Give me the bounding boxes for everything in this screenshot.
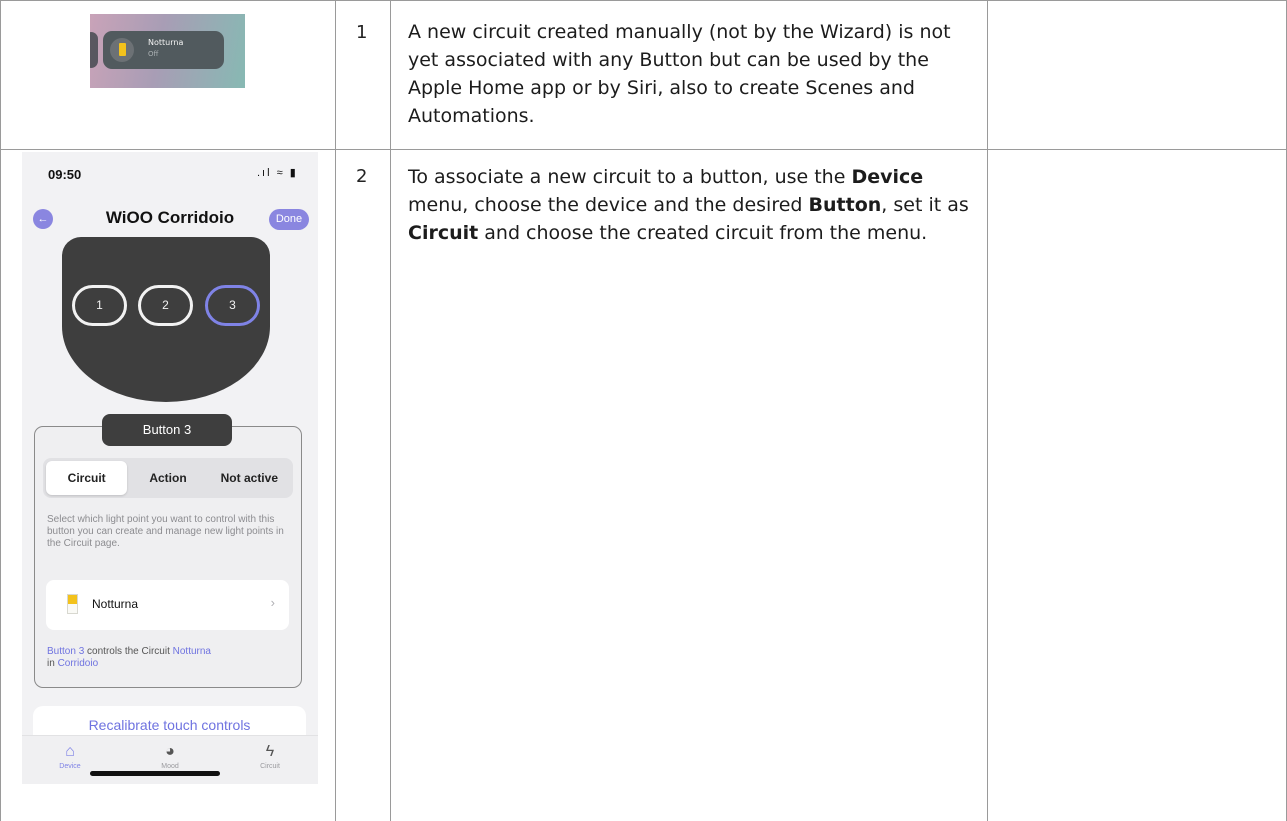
row-number: 1 [356, 22, 368, 43]
row-divider [0, 149, 1287, 150]
status-time: 09:50 [48, 167, 82, 182]
col-divider-3 [987, 0, 988, 821]
tab-device[interactable]: ⌂ Device [40, 741, 100, 770]
done-button[interactable]: Done [269, 209, 309, 230]
mode-segmented-control: Circuit Action Not active [43, 458, 293, 498]
col-left-border [0, 0, 1, 821]
card-label: Button 3 [102, 414, 232, 446]
term-circuit: Circuit [408, 222, 479, 244]
button-link[interactable]: Button 3 [47, 646, 84, 657]
room-link[interactable]: Corridoio [58, 658, 99, 669]
segment-not-active[interactable]: Not active [209, 461, 290, 495]
segment-circuit[interactable]: Circuit [46, 461, 128, 495]
accessory-tile: Notturna Off [103, 31, 224, 69]
circuit-name: Notturna [92, 597, 139, 611]
col-divider-1 [335, 0, 336, 821]
row-description: A new circuit created manually (not by t… [408, 21, 951, 127]
palette-icon: ◕ [165, 743, 175, 760]
home-icon: ⌂ [65, 743, 75, 760]
home-indicator [90, 771, 220, 776]
term-button: Button [808, 194, 882, 216]
tab-circuit[interactable]: ϟ Circuit [240, 741, 300, 770]
chevron-right-icon: › [270, 595, 275, 610]
device-button-2[interactable]: 2 [138, 285, 193, 326]
tab-bar: ⌂ Device ◕ Mood ϟ Circuit [22, 735, 318, 784]
term-device: Device [851, 166, 924, 188]
device-illustration: 1 2 3 [62, 237, 270, 402]
row-number: 2 [356, 166, 368, 187]
switch-icon [67, 594, 78, 614]
circuit-selector[interactable]: Notturna › [46, 580, 289, 630]
device-button-1[interactable]: 1 [72, 285, 127, 326]
notturna-tile-thumbnail: Notturna Off [90, 14, 245, 88]
status-icons: .ıl ≈ ▮ [257, 167, 298, 179]
table-top-border [0, 0, 1287, 1]
card-description: Select which light point you want to con… [47, 514, 284, 549]
switch-icon [110, 38, 134, 62]
recalibrate-label: Recalibrate touch controls [88, 717, 251, 733]
tile-state: Off [148, 50, 159, 58]
row-description: To associate a new circuit to a button, … [408, 166, 969, 244]
col-divider-2 [390, 0, 391, 821]
bolt-icon: ϟ [265, 743, 275, 760]
segment-action[interactable]: Action [127, 461, 208, 495]
assignment-summary: Button 3 controls the Circuit Notturna in… [47, 646, 211, 669]
adjacent-tile-edge [90, 32, 98, 68]
tile-title: Notturna [148, 38, 184, 47]
device-button-3[interactable]: 3 [205, 285, 260, 326]
circuit-link[interactable]: Notturna [173, 646, 211, 657]
phone-screenshot: 09:50 .ıl ≈ ▮ ← WiOO Corridoio Done 1 2 … [22, 152, 318, 784]
tab-mood[interactable]: ◕ Mood [140, 741, 200, 770]
